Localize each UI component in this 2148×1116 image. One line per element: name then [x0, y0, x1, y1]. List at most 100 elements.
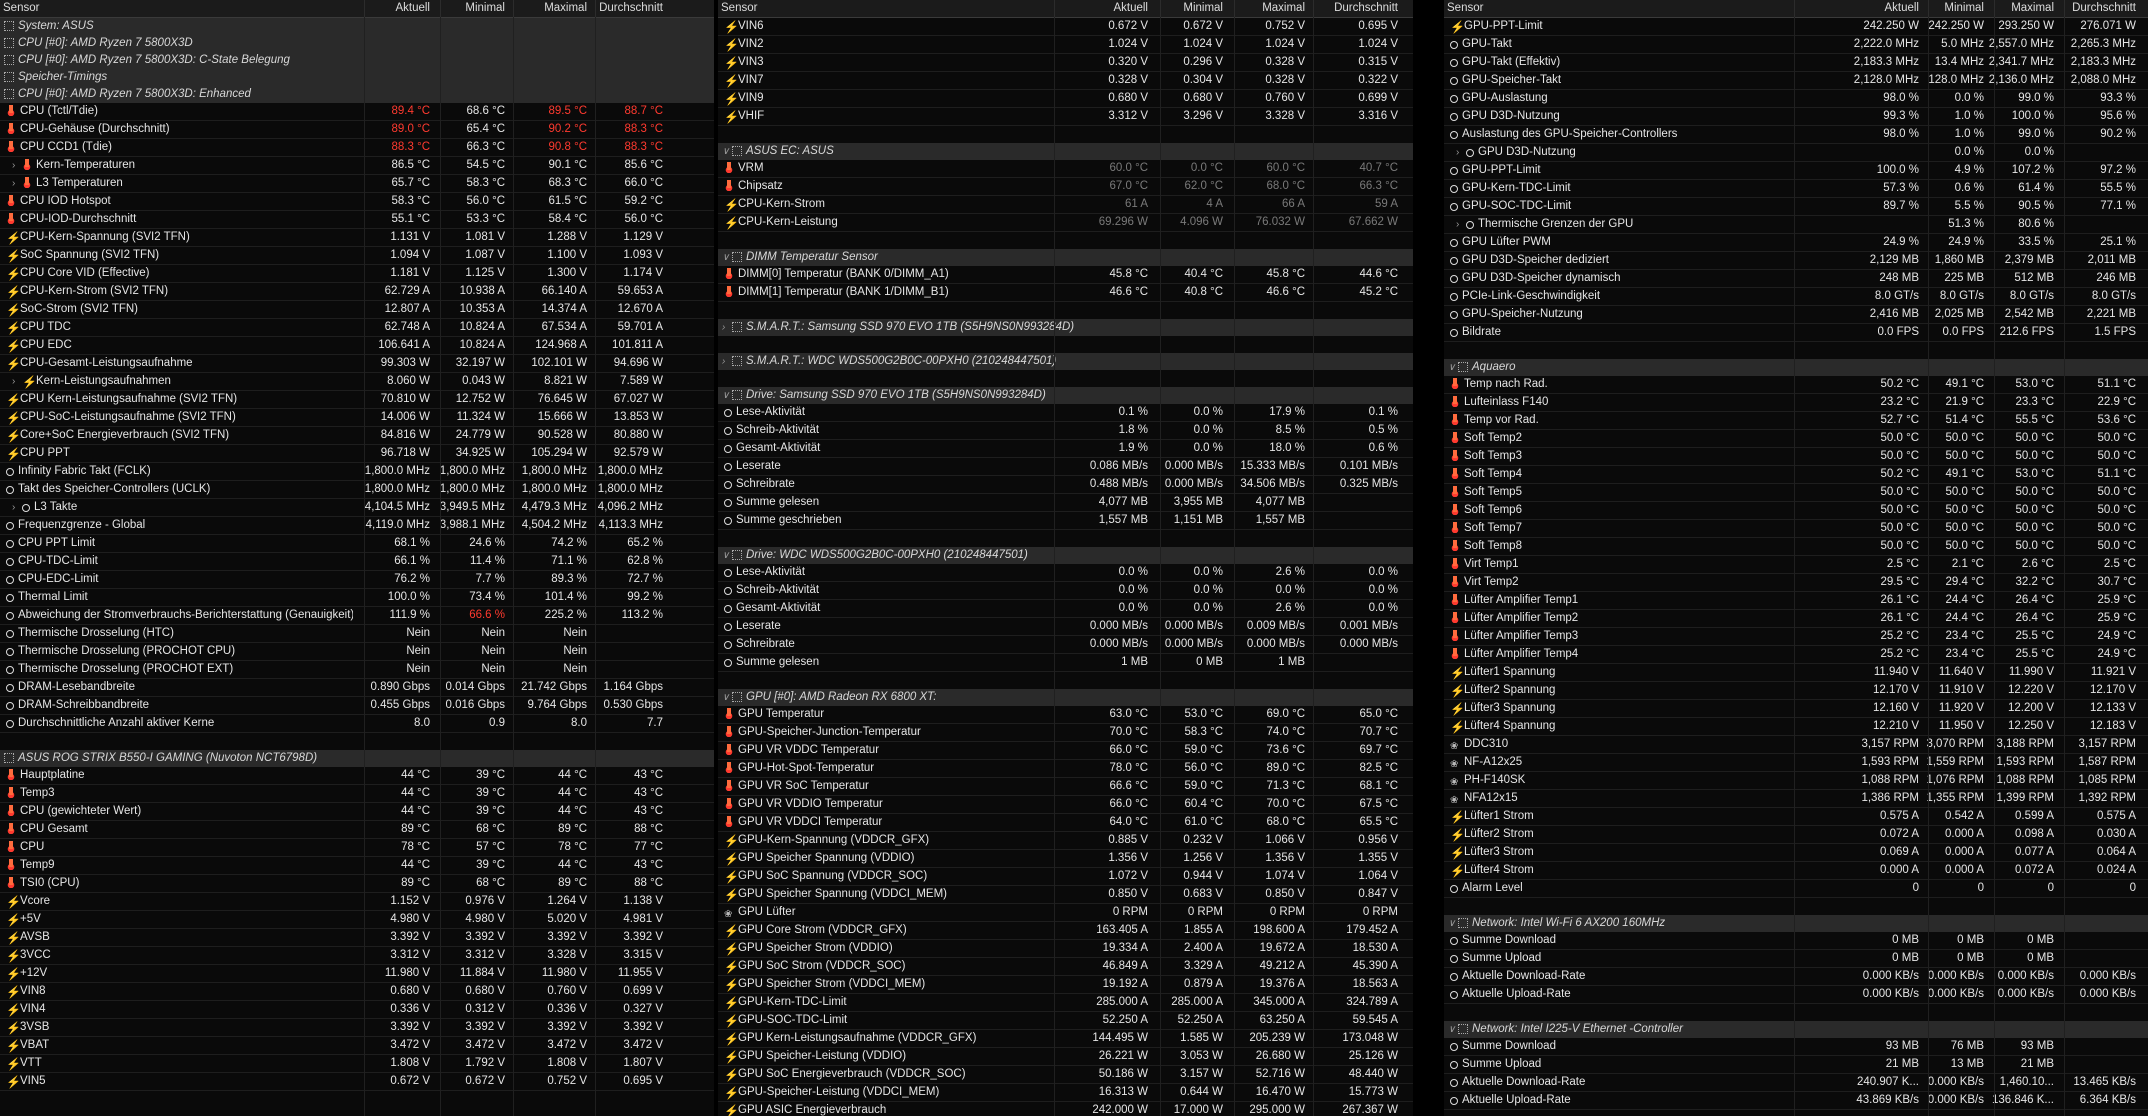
sensor-row[interactable]: Summe gelesen 1 MB 0 MB 1 MB	[718, 654, 1413, 672]
sensor-row[interactable]: SoC-Strom (SVI2 TFN) 12.807 A 10.353 A 14.3…	[0, 301, 714, 319]
sensor-row[interactable]: › Thermische Grenzen der GPU 51.3 % 80.6 %	[1444, 216, 2148, 234]
sensor-row[interactable]: +5V 4.980 V 4.980 V 5.020 V 4.981 V	[0, 911, 714, 929]
sensor-row[interactable]: Soft Temp4 50.2 °C 49.1 °C 53.0 °C 51.1 °C	[1444, 466, 2148, 484]
sensor-row[interactable]: VRM 60.0 °C 0.0 °C 60.0 °C 40.7 °C	[718, 160, 1413, 178]
sensor-row[interactable]: GPU Speicher Spannung (VDDCI_MEM) 0.850 V…	[718, 886, 1413, 904]
column-header[interactable]: Sensor Aktuell Minimal Maximal Durchschnitt	[718, 0, 1413, 18]
sensor-row[interactable]: GPU SoC Energieverbrauch (VDDCR_SOC) 50.1…	[718, 1066, 1413, 1084]
column-divider[interactable]	[440, 0, 441, 17]
sensor-row[interactable]: CPU-EDC-Limit 76.2 % 7.7 % 89.3 % 72.7 %	[0, 571, 714, 589]
sensor-row[interactable]: GPU Temperatur 63.0 °C 53.0 °C 69.0 °C 65.0 …	[718, 706, 1413, 724]
sensor-row[interactable]: GPU VR VDDIO Temperatur 66.0 °C 60.4 °C 70.…	[718, 796, 1413, 814]
column-header-min[interactable]: Minimal	[430, 2, 505, 14]
column-divider[interactable]	[2064, 0, 2065, 17]
column-header-sensor[interactable]: Sensor	[721, 2, 757, 14]
sensor-row[interactable]: GPU-Speicher-Takt 2,128.0 MHz 128.0 MHz 2,1…	[1444, 72, 2148, 90]
sensor-row[interactable]: GPU Core Strom (VDDCR_GFX)163.405 A1.855…	[718, 922, 1413, 940]
group-header-row[interactable]: ∨ Network: Intel Wi-Fi 6 AX200 160MHz	[1444, 915, 2148, 932]
sensor-row[interactable]: GPU-PPT-Limit242.250 W242.250 W293.250 W…	[1444, 18, 2148, 36]
collapse-chevron-icon[interactable]: ∨	[1448, 359, 1458, 376]
group-header-row[interactable]: ∨ Drive: WDC WDS500G2B0C-00PXH0 (21024844…	[718, 547, 1413, 564]
sensor-row[interactable]: GPU-Auslastung 98.0 % 0.0 % 99.0 % 93.3 %	[1444, 90, 2148, 108]
column-divider[interactable]	[1928, 0, 1929, 17]
sensor-row[interactable]: Thermische Drosselung (PROCHOT EXT) Nein N…	[0, 661, 714, 679]
sensor-row[interactable]: CPU PPT Limit 68.1 % 24.6 % 74.2 % 65.2 %	[0, 535, 714, 553]
sensor-row[interactable]: Summe Download 93 MB 76 MB 93 MB	[1444, 1038, 2148, 1056]
sensor-row[interactable]: +12V 11.980 V 11.884 V 11.980 V 11.955 V	[0, 965, 714, 983]
column-divider[interactable]	[1994, 0, 1995, 17]
sensor-row[interactable]: DRAM-Lesebandbreite 0.890 Gbps 0.014 Gbps 2…	[0, 679, 714, 697]
sensor-row[interactable]: VBAT 3.472 V 3.472 V 3.472 V 3.472 V	[0, 1037, 714, 1055]
sensor-row[interactable]: Frequenzgrenze - Global 4,119.0 MHz 3,988.…	[0, 517, 714, 535]
sensor-row[interactable]: Soft Temp2 50.0 °C 50.0 °C 50.0 °C 50.0 °C	[1444, 430, 2148, 448]
column-header-avg[interactable]: Durchschnitt	[587, 2, 663, 14]
sensor-row[interactable]: CPU-Kern-Strom (SVI2 TFN) 62.729 A 10.938 …	[0, 283, 714, 301]
sensor-row[interactable]: CPU-TDC-Limit 66.1 % 11.4 % 71.1 % 62.8 %	[0, 553, 714, 571]
sensor-row[interactable]: Lese-Aktivität 0.1 % 0.0 % 17.9 % 0.1 %	[718, 404, 1413, 422]
sensor-row[interactable]: CPU EDC 106.641 A 10.824 A 124.968 A 101.811…	[0, 337, 714, 355]
collapse-chevron-icon[interactable]: ∨	[722, 387, 732, 404]
column-header[interactable]: Sensor Aktuell Minimal Maximal Durchschnitt	[0, 0, 714, 18]
sensor-row[interactable]: GPU D3D-Speicher dynamisch 248 MB 225 MB 51…	[1444, 270, 2148, 288]
column-divider[interactable]	[1234, 0, 1235, 17]
sensor-row[interactable]: GPU SoC Spannung (VDDCR_SOC)1.072 V0.944…	[718, 868, 1413, 886]
sensor-row[interactable]: Thermal Limit 100.0 % 73.4 % 101.4 % 99.2 %	[0, 589, 714, 607]
sensor-row[interactable]: Lüfter2 Strom0.072 A0.000 A0.098 A0.030 …	[1444, 826, 2148, 844]
sensor-row[interactable]: Virt Temp1 2.5 °C 2.1 °C 2.6 °C 2.5 °C	[1444, 556, 2148, 574]
collapse-chevron-icon[interactable]: ∨	[722, 689, 732, 706]
sensor-row[interactable]: VTT 1.808 V 1.792 V 1.808 V 1.807 V	[0, 1055, 714, 1073]
sensor-row[interactable]: Auslastung des GPU-Speicher-Controllers 9…	[1444, 126, 2148, 144]
collapse-chevron-icon[interactable]: ∨	[722, 547, 732, 564]
sensor-row[interactable]: GPU-Hot-Spot-Temperatur 78.0 °C 56.0 °C 89.…	[718, 760, 1413, 778]
group-header-row[interactable]: ∨ Aquaero	[1444, 359, 2148, 376]
sensor-row[interactable]: Gesamt-Aktivität 0.0 % 0.0 % 2.6 % 0.0 %	[718, 600, 1413, 618]
sensor-row[interactable]: GPU D3D-Nutzung 99.3 % 1.0 % 100.0 % 95.6 %	[1444, 108, 2148, 126]
sensor-row[interactable]: VIN90.680 V0.680 V0.760 V0.699 V	[718, 90, 1413, 108]
sensor-row[interactable]: CPU CCD1 (Tdie) 88.3 °C 66.3 °C 90.8 °C 88.3…	[0, 139, 714, 157]
column-header-sensor[interactable]: Sensor	[3, 2, 39, 14]
sensor-row[interactable]: Lüfter4 Spannung12.210 V11.950 V12.250 V…	[1444, 718, 2148, 736]
sensor-row[interactable]: Soft Temp3 50.0 °C 50.0 °C 50.0 °C 50.0 °C	[1444, 448, 2148, 466]
sensor-row[interactable]: 3VCC 3.312 V 3.312 V 3.328 V 3.315 V	[0, 947, 714, 965]
expand-chevron-icon[interactable]: ›	[722, 319, 732, 336]
column-header-current[interactable]: Aktuell	[1048, 2, 1148, 14]
sensor-row[interactable]: Aktuelle Upload-Rate 0.000 KB/s 0.000 KB/s…	[1444, 986, 2148, 1004]
sensor-row[interactable]: Schreib-Aktivität 1.8 % 0.0 % 8.5 % 0.5 %	[718, 422, 1413, 440]
expand-chevron-icon[interactable]: ›	[722, 353, 732, 370]
sensor-row[interactable]: Summe Upload 21 MB 13 MB 21 MB	[1444, 1056, 2148, 1074]
sensor-row[interactable]: Summe geschrieben 1,557 MB 1,151 MB 1,557 M…	[718, 512, 1413, 530]
sensor-row[interactable]: VIN70.328 V0.304 V0.328 V0.322 V	[718, 72, 1413, 90]
collapse-chevron-icon[interactable]: ∨	[722, 143, 732, 160]
sensor-row[interactable]: GPU VR VDDC Temperatur 66.0 °C 59.0 °C 73.6…	[718, 742, 1413, 760]
column-divider[interactable]	[513, 0, 514, 17]
sensor-row[interactable]: Lüfter Amplifier Temp1 26.1 °C 24.4 °C 26.4…	[1444, 592, 2148, 610]
group-header-row[interactable]: ∨ GPU [#0]: AMD Radeon RX 6800 XT:	[718, 689, 1413, 706]
sensor-row[interactable]: Summe Download 0 MB 0 MB 0 MB	[1444, 932, 2148, 950]
sensor-row[interactable]: Soft Temp7 50.0 °C 50.0 °C 50.0 °C 50.0 °C	[1444, 520, 2148, 538]
expand-chevron-icon[interactable]: ›	[12, 175, 22, 192]
sensor-row[interactable]: Lüfter1 Strom0.575 A0.542 A0.599 A0.575 …	[1444, 808, 2148, 826]
sensor-row[interactable]: Core+SoC Energieverbrauch (SVI2 TFN) 84.8…	[0, 427, 714, 445]
sensor-row[interactable]: Lüfter4 Strom0.000 A0.000 A0.072 A0.024 …	[1444, 862, 2148, 880]
sensor-row[interactable]: Bildrate 0.0 FPS 0.0 FPS 212.6 FPS 1.5 FPS	[1444, 324, 2148, 342]
sensor-row[interactable]: AVSB 3.392 V 3.392 V 3.392 V 3.392 V	[0, 929, 714, 947]
sensor-row[interactable]: Abweichung der Stromverbrauchs-Berichter…	[0, 607, 714, 625]
sensor-row[interactable]: GPU-Speicher-Leistung (VDDCI_MEM) 16.313 …	[718, 1084, 1413, 1102]
sensor-row[interactable]: GPU-Kern-Spannung (VDDCR_GFX)0.885 V0.23…	[718, 832, 1413, 850]
sensor-row[interactable]: CPU-Kern-Spannung (SVI2 TFN) 1.131 V 1.081…	[0, 229, 714, 247]
sensor-row[interactable]: VIN60.672 V0.672 V0.752 V0.695 V	[718, 18, 1413, 36]
sensor-row[interactable]: CPU-IOD-Durchschnitt 55.1 °C 53.3 °C 58.4 °…	[0, 211, 714, 229]
sensor-row[interactable]: › GPU D3D-Nutzung 0.0 % 0.0 %	[1444, 144, 2148, 162]
sensor-row[interactable]: PCIe-Link-Geschwindigkeit 8.0 GT/s 8.0 GT/…	[1444, 288, 2148, 306]
expand-chevron-icon[interactable]: ›	[12, 157, 22, 174]
sensor-row[interactable]: CPU 78 °C 57 °C 78 °C 77 °C	[0, 839, 714, 857]
sensor-row[interactable]: Aktuelle Download-Rate 0.000 KB/s 0.000 KB…	[1444, 968, 2148, 986]
sensor-row[interactable]: Schreibrate 0.000 MB/s 0.000 MB/s 0.000 MB/…	[718, 636, 1413, 654]
sensor-row[interactable]: Takt des Speicher-Controllers (UCLK) 1,80…	[0, 481, 714, 499]
sensor-row[interactable]: Lüfter3 Spannung12.160 V11.920 V12.200 V…	[1444, 700, 2148, 718]
sensor-row[interactable]: Schreib-Aktivität 0.0 % 0.0 % 0.0 % 0.0 %	[718, 582, 1413, 600]
sensor-row[interactable]: Lese-Aktivität 0.0 % 0.0 % 2.6 % 0.0 %	[718, 564, 1413, 582]
sensor-row[interactable]: Thermische Drosselung (PROCHOT CPU) Nein N…	[0, 643, 714, 661]
sensor-row[interactable]: 3VSB 3.392 V 3.392 V 3.392 V 3.392 V	[0, 1019, 714, 1037]
sensor-row[interactable]: › Kern-Temperaturen 86.5 °C 54.5 °C 90.1 °C 8…	[0, 157, 714, 175]
